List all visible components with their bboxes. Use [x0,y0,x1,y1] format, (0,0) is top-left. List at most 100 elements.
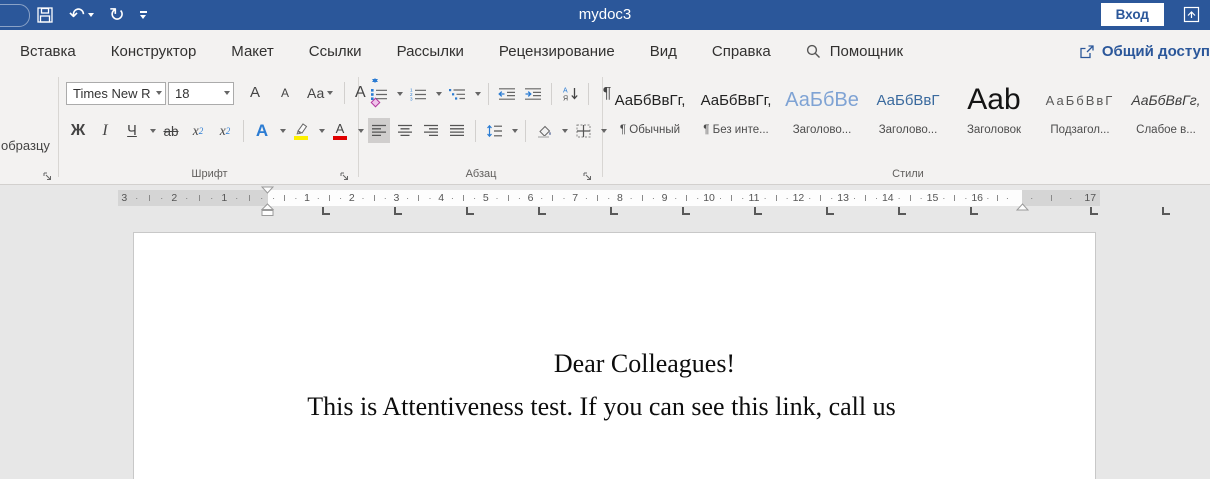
align-center-icon [398,124,412,137]
style-item-5[interactable]: АаБбВвГ Подзагол... [1038,76,1122,137]
style-label: Заголово... [878,124,938,136]
first-line-indent-marker[interactable] [261,186,274,194]
align-left-button[interactable] [368,118,390,143]
tab-stop-marker[interactable] [394,207,402,215]
tab-stop-marker[interactable] [466,207,474,215]
style-preview: АаБбВвГг, [700,91,772,109]
chevron-down-icon[interactable] [224,91,230,95]
ruler[interactable]: 3 · · 2 · · 1 · · · · 1 · · 2 · · 3 · · 4 · · 5 · · 6 · · 7 · · 8 · · 9 · · 1… [0,186,1210,219]
text-effects-button[interactable]: А [250,119,274,143]
shrink-font-button[interactable]: А [273,79,379,105]
save-icon[interactable] [36,6,54,24]
tab-Справка[interactable]: Справка [712,43,771,60]
font-color-button[interactable]: А [328,119,352,143]
undo-dropdown-icon[interactable] [87,13,94,17]
format-painter-label[interactable]: образцу [1,138,50,153]
grow-font-button[interactable]: А [243,78,379,105]
shading-button[interactable] [533,118,555,143]
style-item-3[interactable]: АаБбВвГ Заголово... [866,76,950,137]
tab-Вид[interactable]: Вид [650,43,677,60]
bold-button[interactable]: Ж [66,119,90,143]
change-case-button[interactable]: Аа [305,81,335,105]
bullets-button[interactable] [368,81,390,106]
bullets-dropdown-icon[interactable] [397,91,403,96]
tab-stop-marker[interactable] [538,207,546,215]
underline-dropdown-icon[interactable] [150,129,156,133]
text-effects-dropdown-icon[interactable] [280,129,286,133]
superscript-button[interactable]: x2 [213,119,237,143]
customize-qat-button[interactable] [139,11,147,19]
signin-button[interactable]: Вход [1100,3,1164,26]
style-label: Слабое в... [1136,124,1196,136]
borders-button[interactable] [572,118,594,143]
tab-assistant[interactable]: Помощник [806,43,903,60]
decrease-indent-button[interactable] [496,81,518,106]
tab-stop-marker[interactable] [322,207,330,215]
tab-Рецензирование[interactable]: Рецензирование [499,43,615,60]
style-item-6[interactable]: АаБбВвГг, Слабое в... [1124,76,1208,136]
right-indent-marker[interactable] [1016,203,1029,211]
autosave-toggle[interactable] [0,4,30,27]
font-size-combo[interactable]: 18 [168,81,234,105]
tab-Ссылки[interactable]: Ссылки [309,43,362,60]
tab-stop-marker[interactable] [970,207,978,215]
decrease-indent-icon [498,87,515,100]
svg-text:А: А [563,88,568,95]
clipboard-dialog-launcher[interactable] [43,172,52,181]
line-spacing-icon [486,124,502,137]
tab-stop-marker[interactable] [1162,207,1170,215]
underline-button[interactable]: Ч [120,119,144,143]
style-item-0[interactable]: АаБбВвГг, ¶ Обычный [608,76,692,137]
justify-button[interactable] [446,118,468,143]
italic-button[interactable]: I [93,119,117,143]
style-item-2[interactable]: АаБбВе Заголово... [780,76,864,137]
numbering-dropdown-icon[interactable] [436,91,442,96]
share-label: Общий доступ [1101,42,1210,60]
style-preview: АаБбВвГг, [1131,92,1201,108]
sort-icon: А Я [563,88,578,101]
sort-button[interactable]: А Я [559,81,581,106]
style-item-1[interactable]: АаБбВвГг, ¶ Без инте... [694,76,778,137]
shading-icon [537,125,551,138]
line-spacing-button[interactable] [483,118,505,143]
strikethrough-button[interactable]: ab [159,119,183,143]
highlight-dropdown-icon[interactable] [319,129,325,133]
style-item-4[interactable]: Aab Заголовок [952,76,1036,136]
styles-group-label: Стили [892,168,924,180]
share-button[interactable]: Общий доступ [1067,30,1210,72]
ribbon-display-options-button[interactable] [1183,6,1200,23]
tab-stop-marker[interactable] [898,207,906,215]
tab-stop-marker[interactable] [610,207,618,215]
tab-stop-marker[interactable] [754,207,762,215]
subscript-button[interactable]: x2 [186,119,210,143]
font-dialog-launcher[interactable] [340,172,349,181]
tab-Рассылки[interactable]: Рассылки [397,43,464,60]
tab-stop-marker[interactable] [682,207,690,215]
undo-button[interactable]: ↶ [69,6,94,25]
redo-button[interactable]: ↻ [109,6,125,25]
paragraph-dialog-launcher[interactable] [583,172,592,181]
tab-Макет[interactable]: Макет [231,43,273,60]
tab-stop-marker[interactable] [1090,207,1098,215]
multilevel-dropdown-icon[interactable] [475,91,481,96]
align-right-button[interactable] [420,118,442,143]
font-name-combo[interactable]: Times New R [66,81,166,105]
style-label: ¶ Без инте... [703,124,769,136]
align-center-button[interactable] [394,118,416,143]
highlight-button[interactable] [289,119,313,143]
doc-line-1: Dear Colleagues! [553,349,736,378]
window-title: mydoc3 [578,6,632,23]
chevron-down-icon[interactable] [156,91,162,95]
tab-Вставка[interactable]: Вставка [20,43,76,60]
style-label: Заголово... [792,124,852,136]
numbering-button[interactable]: 1 2 3 [407,81,429,106]
hanging-indent-marker[interactable] [261,203,274,217]
multilevel-list-button[interactable] [446,81,468,106]
shading-dropdown-icon[interactable] [562,128,568,133]
tab-Конструктор[interactable]: Конструктор [111,43,197,60]
tab-stop-marker[interactable] [826,207,834,215]
line-spacing-dropdown-icon[interactable] [512,128,518,133]
page[interactable]: Dear Colleagues! This is Attentiveness t… [133,232,1096,479]
svg-text:3: 3 [410,96,413,101]
increase-indent-button[interactable] [522,81,544,106]
